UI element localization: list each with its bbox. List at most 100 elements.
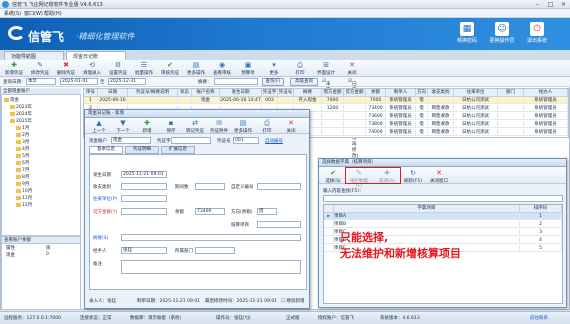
direction-select[interactable]: 借 — [257, 208, 277, 215]
col-header[interactable]: 凭证号/摘要说明 — [128, 89, 178, 97]
dept-select[interactable] — [195, 247, 235, 254]
maximize-button[interactable]: □ — [545, 1, 556, 8]
list-item[interactable]: 项目A — [334, 213, 520, 220]
tree-node-month[interactable]: 11月 — [16, 195, 32, 201]
table-cell[interactable]: 销售收款 — [428, 113, 454, 120]
tree-node-2024[interactable]: 2024年 — [10, 111, 32, 117]
amount-input[interactable] — [121, 208, 167, 215]
table-cell[interactable] — [178, 97, 192, 104]
col-header[interactable]: 借方金额 — [322, 89, 344, 97]
dictionary-search-input[interactable] — [323, 195, 563, 202]
col-header[interactable]: 凭证字 — [262, 89, 278, 97]
table-cell[interactable] — [128, 97, 178, 104]
col-header[interactable]: 方向 — [416, 89, 428, 97]
unaudited-checkbox[interactable]: ☑ 未审核 — [322, 79, 331, 99]
close-dialog-button[interactable]: ✕ 关闭窗口 — [427, 169, 451, 184]
col-header[interactable]: 序号 — [84, 89, 98, 97]
tree-node-cash[interactable]: 现金 — [4, 97, 19, 103]
unit-select[interactable] — [121, 195, 167, 202]
table-cell[interactable]: 003 — [262, 97, 278, 104]
date-mode-select[interactable]: 本年 — [26, 78, 56, 85]
table-cell[interactable]: 系统管理员 — [386, 121, 416, 128]
table-cell[interactable] — [498, 121, 524, 128]
tree-node-2025[interactable]: 2025年 — [10, 118, 32, 124]
tree-node-month[interactable]: 8月 — [16, 174, 29, 180]
audit-voucher-button[interactable]: ✔ 审核凭证 — [158, 61, 182, 76]
table-cell[interactable]: 7000 — [322, 97, 344, 104]
auto-number-link[interactable]: 自动编号 — [265, 138, 283, 144]
table-cell[interactable]: 日杭公司测试 — [454, 113, 498, 120]
edit-voucher-button[interactable]: ✎ 修改凭证 — [28, 61, 52, 76]
table-cell[interactable]: 日杭公司测试 — [454, 129, 498, 136]
project-select[interactable] — [257, 221, 301, 228]
voucher-no-input[interactable]: 001 — [233, 137, 259, 144]
table-cell[interactable]: 2025-06-16 14:47 — [220, 97, 262, 104]
col-header[interactable]: 经办人 — [524, 89, 568, 97]
table-cell[interactable] — [344, 129, 366, 136]
list-item[interactable]: 3 — [520, 229, 562, 236]
table-cell[interactable]: 2025-06-16 — [98, 97, 128, 104]
transfer-voucher-button[interactable]: ⇄ 转记凭证 — [183, 119, 207, 134]
tree-node-month[interactable]: 2月 — [16, 132, 29, 138]
table-cell[interactable]: 日杭公司测试 — [454, 121, 498, 128]
col-header[interactable]: 凭证号 — [278, 89, 294, 97]
table-cell[interactable]: 7000 — [366, 97, 386, 104]
print-button[interactable]: ⎙ 打印 — [288, 61, 312, 76]
row-marker[interactable]: ▸ — [324, 213, 334, 220]
table-cell[interactable]: 现金 — [192, 97, 220, 104]
account-select[interactable]: 现金 — [111, 137, 151, 144]
table-cell[interactable]: 借 — [416, 121, 428, 128]
more-operations-button[interactable]: ▤ 更多操作 — [184, 61, 208, 76]
tree-node-month[interactable]: 9月 — [16, 181, 29, 187]
list-item[interactable]: 2 — [520, 221, 562, 228]
tab-cash-journal[interactable]: 现金日记账 — [66, 51, 126, 60]
table-cell[interactable]: 73400 — [366, 105, 386, 112]
audited-checkbox[interactable]: ☑ 已审核(已审核状态无法再修改) — [348, 79, 358, 159]
tab-ext-info[interactable]: 扩展信息 — [161, 146, 195, 154]
new-voucher-button[interactable]: ✚ 新增凭证 — [2, 61, 26, 76]
tab-voucher-detail[interactable]: 凭证明细 — [125, 146, 159, 154]
advanced-search-button[interactable]: 高级查询 — [290, 78, 318, 86]
col-header[interactable]: 排序码 — [520, 205, 562, 213]
table-cell[interactable] — [344, 113, 366, 120]
list-item[interactable]: 5 — [520, 245, 562, 252]
tree-node-2023[interactable]: 2023年 — [10, 104, 32, 110]
row-marker[interactable] — [324, 221, 334, 228]
summary-input[interactable] — [214, 78, 258, 85]
table-cell[interactable]: 存入现金 — [294, 97, 322, 104]
row-marker[interactable] — [324, 245, 334, 252]
date-input[interactable]: 2025-11-21 09:01 — [121, 171, 167, 178]
table-cell[interactable] — [344, 97, 366, 104]
tree-node-month[interactable]: 5月 — [16, 153, 29, 159]
table-cell[interactable]: 系统管理员 — [386, 105, 416, 112]
delete-voucher-button[interactable]: ✖ 删除凭证 — [54, 61, 78, 76]
exit-system-button[interactable]: ⏻ 退出系统 — [510, 22, 564, 44]
minimize-button[interactable]: – — [532, 1, 543, 8]
table-cell[interactable]: 借 — [416, 105, 428, 112]
table-cell[interactable]: 1200 — [322, 105, 344, 112]
search-button[interactable]: 查询(F) — [262, 78, 284, 86]
table-cell[interactable] — [498, 113, 524, 120]
table-cell[interactable] — [498, 129, 524, 136]
table-cell[interactable] — [498, 105, 524, 112]
continue-new-checkbox[interactable]: ☐ 继续新增 — [281, 298, 304, 304]
contact-link[interactable]: 前往联系 — [530, 315, 548, 321]
set-voucher-button[interactable]: ⚙ 设置凭证 — [106, 61, 130, 76]
table-cell[interactable]: 借 — [416, 129, 428, 136]
tree-node-month[interactable]: 12月 — [16, 202, 32, 208]
col-header[interactable]: 贷方金额 — [344, 89, 366, 97]
list-item[interactable]: 1 — [520, 213, 562, 220]
table-cell[interactable] — [322, 113, 344, 120]
view-audit-button[interactable]: ◉ 查看审核 — [210, 61, 234, 76]
close-tab-button[interactable]: ✕ 关闭 — [340, 61, 364, 76]
close-window-button[interactable]: × — [558, 1, 569, 8]
list-item[interactable]: 项目B — [334, 221, 520, 228]
table-cell[interactable]: 销售收款 — [428, 105, 454, 112]
col-header[interactable]: 往来单位 — [454, 89, 498, 97]
dictionary-title[interactable]: 选择数据字典（核算项目） — [319, 159, 566, 167]
table-cell[interactable] — [428, 97, 454, 104]
tree-node-month[interactable]: 10月 — [16, 188, 32, 194]
custom-no-input[interactable] — [257, 183, 301, 190]
attachment-button[interactable]: ✉ 凭证附件 — [207, 119, 231, 134]
row-marker[interactable] — [324, 229, 334, 236]
